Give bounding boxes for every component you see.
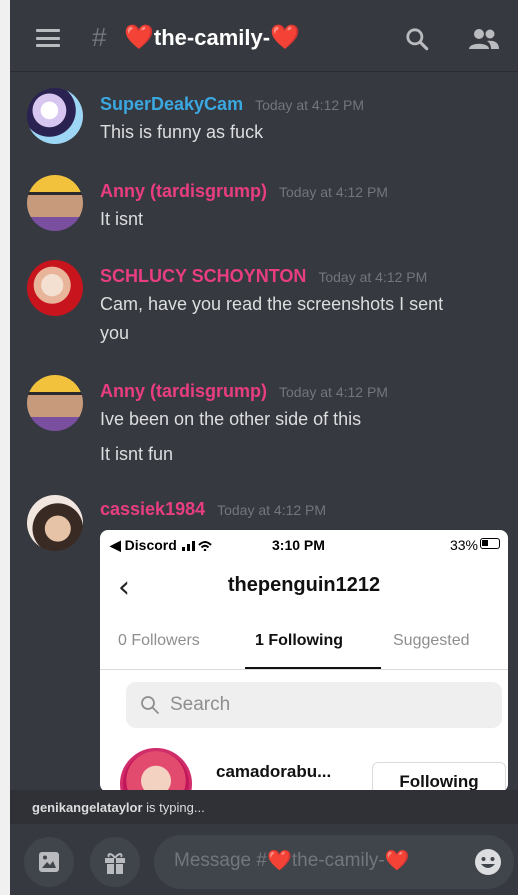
signal-icon [181,541,212,552]
message-text: This is funny as fuck [100,122,264,142]
row-username: camadorabu... [216,762,332,781]
search-icon [141,696,159,714]
channel-header: # ❤️ the-camily- ❤️ [10,0,518,72]
profile-username: thepenguin1212 [227,574,381,596]
avatar[interactable] [27,88,83,144]
heart-icon: ❤️ [266,850,292,872]
status-back-label: ◀ Discord [110,537,213,554]
message-text: Cam, have you read the screenshots I sen… [100,294,444,314]
channel-name: the-camily- [153,25,271,50]
timestamp: Today at 4:12 PM [255,97,365,113]
message-placeholder: Message # ❤️ the-camily- ❤️ [174,850,410,872]
search-placeholder: Search [170,694,231,715]
emoji-icon[interactable] [474,848,502,876]
channel-title: ❤️ the-camily- ❤️ [124,25,300,51]
username[interactable]: SuperDeakyCam [100,94,243,115]
typing-indicator: genikangelataylor is typing... [10,790,518,824]
search-icon[interactable] [404,26,430,52]
image-upload-button[interactable] [24,837,74,887]
username[interactable]: cassiek1984 [100,499,205,520]
image-icon [39,852,59,872]
image-attachment[interactable]: ◀ Discord 3:10 PM 33% ‹ thepenguin1212 0… [100,530,508,792]
tab-following: 1 Following [255,632,343,649]
menu-icon[interactable] [36,29,60,47]
message-text: Ive been on the other side of this [100,409,362,429]
gift-button[interactable] [90,837,140,887]
search-field: Search [126,682,502,728]
message-composer: Message # ❤️ the-camily- ❤️ [10,824,518,895]
status-battery: 33% [449,537,478,553]
status-time: 3:10 PM [272,537,325,553]
avatar[interactable] [27,375,83,431]
phone-status-bar: ◀ Discord 3:10 PM 33% [100,530,508,558]
timestamp: Today at 4:12 PM [279,384,388,400]
message-text: you [100,323,130,343]
timestamp: Today at 4:12 PM [279,184,388,200]
hash-icon: # [92,22,107,52]
heart-icon: ❤️ [384,850,410,872]
gift-icon [105,853,125,874]
heart-icon: ❤️ [124,24,154,51]
username[interactable]: Anny (tardisgrump) [100,181,267,202]
tab-followers: 0 Followers [118,632,200,649]
timestamp: Today at 4:12 PM [217,502,327,518]
message-input[interactable]: Message # ❤️ the-camily- ❤️ [154,835,514,889]
username[interactable]: Anny (tardisgrump) [100,381,267,402]
following-button: Following [372,762,506,792]
battery-icon [480,538,500,549]
timestamp: Today at 4:12 PM [318,269,428,285]
message-text: It isnt fun [100,444,174,464]
username[interactable]: SCHLUCY SCHOYNTON [100,266,306,287]
heart-icon: ❤️ [270,24,300,51]
members-icon[interactable] [468,27,500,51]
follow-tabs: 0 Followers 1 Following Suggested [100,618,508,670]
avatar[interactable] [27,175,83,231]
typing-suffix: is typing... [142,800,205,815]
avatar[interactable] [27,260,83,316]
typing-user: genikangelataylor [32,800,143,815]
tab-suggested: Suggested [393,632,470,649]
avatar[interactable] [27,495,83,551]
active-tab-indicator [245,667,381,669]
discord-app: # ❤️ the-camily- ❤️ SuperDeakyCam Today … [10,0,518,895]
avatar [120,748,192,792]
message-text: It isnt [100,209,144,229]
